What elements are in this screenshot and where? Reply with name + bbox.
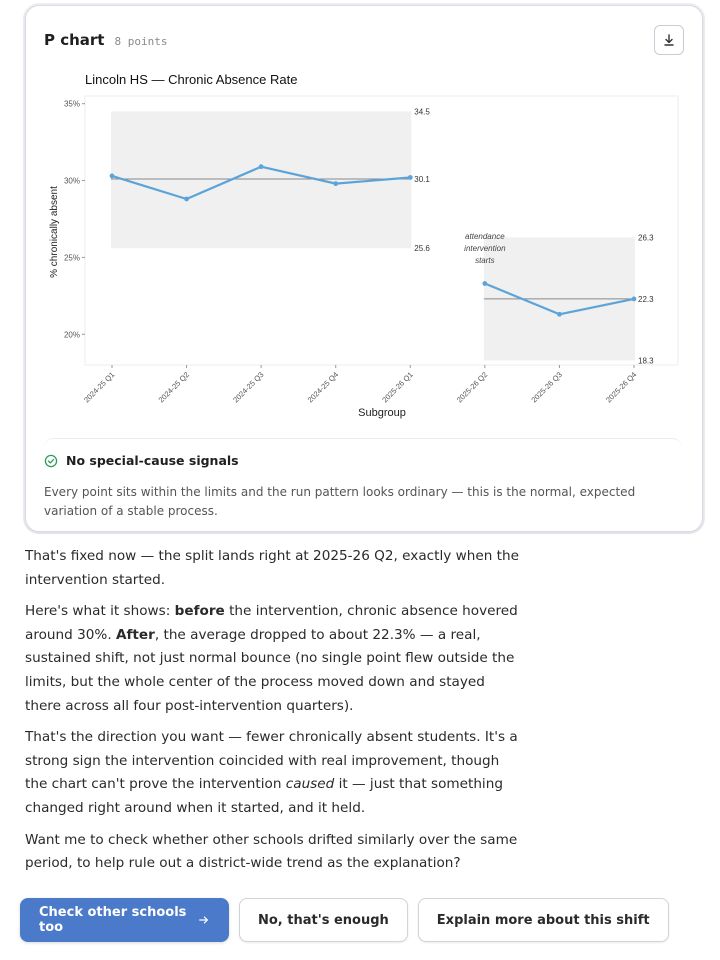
data-point — [333, 181, 339, 187]
annotation-text: starts — [475, 256, 495, 265]
message-emphasis: before — [174, 603, 225, 620]
x-axis-label: Subgroup — [358, 407, 406, 419]
message-text: That's fixed now — the split lands right… — [25, 548, 519, 588]
data-point — [407, 175, 413, 180]
message-text: Here's what it shows: — [25, 603, 175, 620]
ucl-label: 34.5 — [414, 107, 430, 116]
y-tick-label: 25% — [64, 253, 80, 262]
signal-heading: No special-cause signals — [44, 453, 239, 468]
message-paragraph: Here's what it shows: before the interve… — [25, 600, 525, 718]
arrow-right-icon — [199, 916, 209, 924]
x-tick-label: 2024-25 Q2 — [157, 370, 191, 404]
assistant-message: That's fixed now — the split lands right… — [25, 545, 525, 884]
p-chart-card: P chart 8 points Lincoln HS — Chronic Ab… — [25, 5, 703, 532]
data-point — [482, 281, 488, 286]
ucl-label: 26.3 — [638, 233, 654, 242]
data-point — [258, 164, 264, 170]
annotation-text: intervention — [464, 244, 506, 253]
control-limit-band — [111, 111, 412, 249]
y-axis-label: % chronically absent — [49, 186, 60, 278]
y-tick-label: 35% — [64, 100, 80, 109]
check-circle-icon — [44, 454, 58, 467]
explain-shift-button[interactable]: Explain more about this shift — [417, 898, 669, 942]
check-other-schools-button[interactable]: Check other schools too — [20, 898, 229, 942]
signal-panel: No special-cause signals Every point sit… — [44, 438, 682, 519]
x-tick-label: 2024-25 Q1 — [82, 370, 116, 404]
x-tick-label: 2025-26 Q3 — [529, 370, 563, 404]
message-emphasis: After — [115, 626, 155, 643]
center-label: 22.3 — [638, 295, 654, 304]
action-buttons: Check other schools too No, that's enoug… — [20, 898, 669, 942]
p-chart-svg: Lincoln HS — Chronic Absence Rate Subgro… — [49, 72, 679, 419]
x-tick-label: 2025-26 Q4 — [604, 370, 638, 404]
lcl-label: 18.3 — [638, 356, 654, 365]
chart-area: Lincoln HS — Chronic Absence Rate Subgro… — [26, 6, 702, 436]
message-paragraph: Want me to check whether other schools d… — [25, 829, 525, 876]
annotation-text: attendance — [465, 232, 505, 241]
message-paragraph: That's fixed now — the split lands right… — [25, 545, 525, 592]
data-point — [557, 311, 562, 317]
x-tick-label: 2024-25 Q4 — [306, 370, 340, 404]
message-text: Want me to check whether other schools d… — [25, 831, 518, 872]
x-tick-label: 2024-25 Q3 — [231, 370, 265, 404]
x-tick-label: 2025-26 Q2 — [455, 370, 489, 404]
data-point — [109, 173, 115, 179]
lcl-label: 25.6 — [414, 244, 430, 253]
check-other-schools-label: Check other schools too — [39, 905, 187, 935]
message-paragraph: That's the direction you want — fewer ch… — [25, 726, 525, 820]
signal-description: Every point sits within the limits and t… — [44, 485, 636, 518]
signal-title: No special-cause signals — [66, 453, 239, 468]
chart-title: Lincoln HS — Chronic Absence Rate — [85, 72, 297, 87]
y-tick-label: 30% — [64, 177, 80, 186]
data-point — [184, 196, 189, 202]
no-thats-enough-button[interactable]: No, that's enough — [239, 898, 408, 942]
center-label: 30.1 — [414, 175, 430, 184]
data-point — [631, 296, 637, 302]
x-tick-label: 2025-26 Q1 — [380, 370, 414, 404]
y-tick-label: 20% — [64, 330, 80, 339]
message-emphasis: caused — [285, 776, 335, 793]
